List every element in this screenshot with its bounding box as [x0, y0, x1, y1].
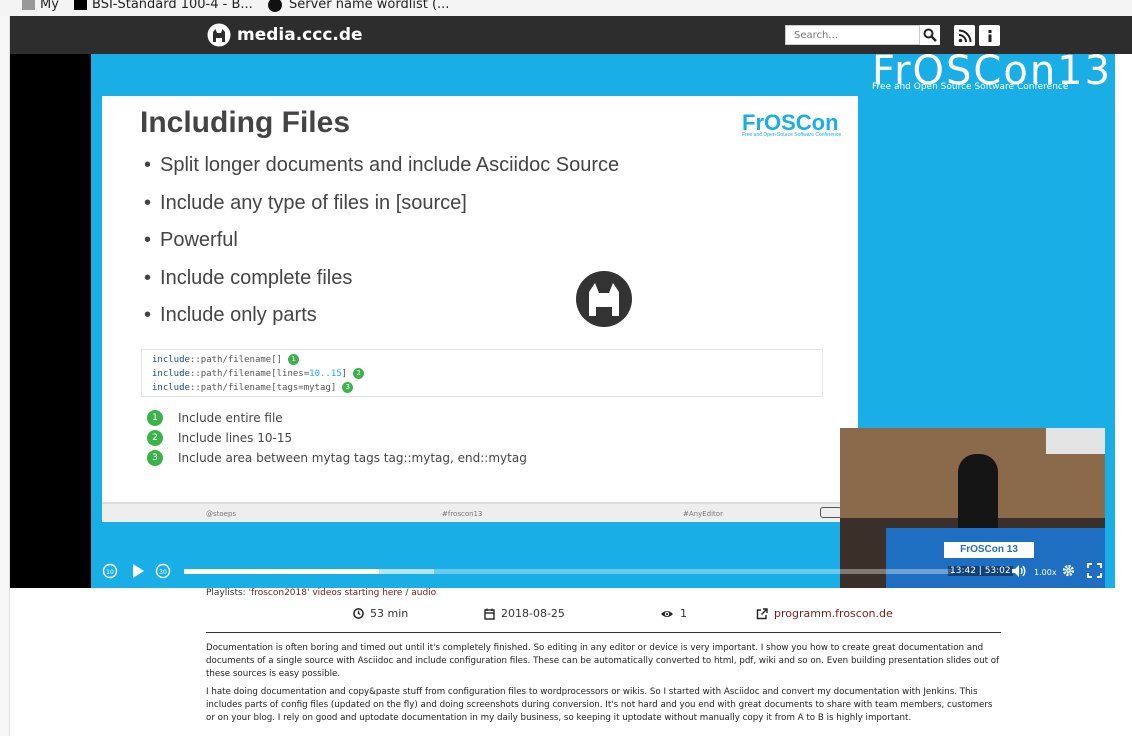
folder-icon: [22, 0, 35, 10]
froscon-logo: FrOSCon Free and Open Source Software Co…: [742, 110, 842, 138]
bookmark-bsi[interactable]: BSI-Standard 100-4 - B...: [74, 0, 253, 12]
info-icon: [988, 29, 991, 42]
search-button[interactable]: [920, 25, 940, 45]
fullscreen-button[interactable]: [1087, 563, 1102, 582]
forward-button[interactable]: 30: [155, 563, 171, 583]
slide-footer: @stoeps #froscon13 #AnyEditor: [102, 502, 858, 522]
navbar: media.ccc.de: [10, 16, 1132, 54]
svg-text:10: 10: [106, 569, 114, 576]
duration: 53 min: [353, 607, 408, 620]
cam-screen: [1046, 428, 1105, 454]
slide-bullet: Include any type of files in [source]: [144, 192, 619, 230]
clock-icon: [353, 608, 364, 619]
slide-bullet: Include only parts: [144, 304, 619, 342]
external-link[interactable]: programm.froscon.de: [756, 607, 893, 620]
site-name: media.ccc.de: [237, 25, 363, 45]
video-player[interactable]: FrOSCon13 Free and Open Source Software …: [10, 54, 1115, 588]
code-line: include::path/filename[] 1: [152, 353, 812, 367]
search-icon: [923, 28, 937, 42]
search-input[interactable]: [785, 25, 920, 45]
info-button[interactable]: [979, 25, 1000, 46]
search-form: [785, 25, 940, 45]
rss-icon: [958, 29, 971, 42]
calendar-icon: [484, 608, 495, 620]
talk-description: Documentation is often boring and timed …: [206, 642, 1002, 730]
callout-item: 3 Include area between mytag tags tag::my…: [147, 448, 527, 468]
volume-icon: [1012, 565, 1026, 577]
slide-bullet: Include complete files: [144, 267, 619, 305]
playlists: Playlists: 'froscon2018' videos starting…: [206, 588, 437, 598]
rewind-10-icon: 10: [102, 563, 118, 579]
settings-button[interactable]: [1061, 563, 1076, 582]
external-link-icon: [756, 607, 768, 619]
eye-icon: [661, 610, 673, 617]
play-button[interactable]: [131, 563, 145, 583]
slide-bullets: Split longer documents and include Ascii…: [144, 154, 619, 342]
document-icon: [74, 0, 87, 10]
rewind-button[interactable]: 10: [102, 563, 118, 583]
code-line: include::path/filename[tags=mytag] 3: [152, 381, 812, 395]
slide-bullet: Powerful: [144, 229, 619, 267]
gear-icon: [1062, 564, 1075, 577]
time-display: 13:42 | 53:02: [948, 566, 1013, 576]
description-paragraph: Documentation is often boring and timed …: [206, 643, 1000, 679]
programm-link[interactable]: programm.froscon.de: [774, 607, 893, 620]
bookmarks-bar: My BSI-Standard 100-4 - B... Server name…: [0, 0, 1132, 16]
github-icon: [268, 0, 282, 12]
voctocat-watermark-icon: [576, 271, 632, 327]
audio-link[interactable]: audio: [411, 588, 436, 598]
site-logo[interactable]: media.ccc.de: [206, 23, 363, 47]
description-paragraph: I hate doing documentation and copy&past…: [206, 687, 993, 723]
play-icon: [133, 564, 144, 578]
volume-button[interactable]: [1011, 564, 1027, 582]
svg-text:30: 30: [159, 569, 167, 576]
playlist-link[interactable]: 'froscon2018' videos starting here: [249, 588, 403, 598]
cc-license-icon: [820, 507, 842, 518]
player-controls: 10 30 13:42 | 53:02 1.00x: [91, 554, 1115, 588]
slide-bullet: Split longer documents and include Ascii…: [144, 154, 619, 192]
video-frame: FrOSCon13 Free and Open Source Software …: [91, 54, 1115, 588]
code-block: include::path/filename[] 1 include::path/…: [141, 349, 823, 397]
bookmark-my[interactable]: My: [22, 0, 59, 12]
fullscreen-icon: [1087, 563, 1102, 578]
callout-item: 2 Include lines 10-15: [147, 428, 527, 448]
callout-list: 1 Include entire file 2 Include lines 10-1…: [147, 408, 527, 468]
left-edge-strip: [0, 16, 10, 736]
divider: [206, 632, 1001, 633]
playback-speed[interactable]: 1.00x: [1034, 568, 1057, 577]
progress-played: [184, 569, 380, 574]
view-count: 1: [660, 607, 687, 620]
forward-30-icon: 30: [155, 563, 171, 579]
progress-bar[interactable]: [184, 569, 953, 574]
release-date: 2018-08-25: [484, 607, 565, 620]
rss-button[interactable]: [954, 25, 975, 46]
code-line: include::path/filename[lines=10..15] 2: [152, 367, 812, 381]
voctocat-icon: [207, 23, 231, 47]
bookmark-wordlist[interactable]: Server name wordlist (...: [268, 0, 449, 12]
page-root: My BSI-Standard 100-4 - B... Server name…: [0, 0, 1132, 736]
presentation-slide: Including Files FrOSCon Free and Open So…: [102, 96, 858, 522]
event-meta: 53 min 2018-08-25 1 programm.froscon.de: [206, 607, 1002, 629]
slide-title: Including Files: [140, 106, 351, 139]
callout-item: 1 Include entire file: [147, 408, 527, 428]
